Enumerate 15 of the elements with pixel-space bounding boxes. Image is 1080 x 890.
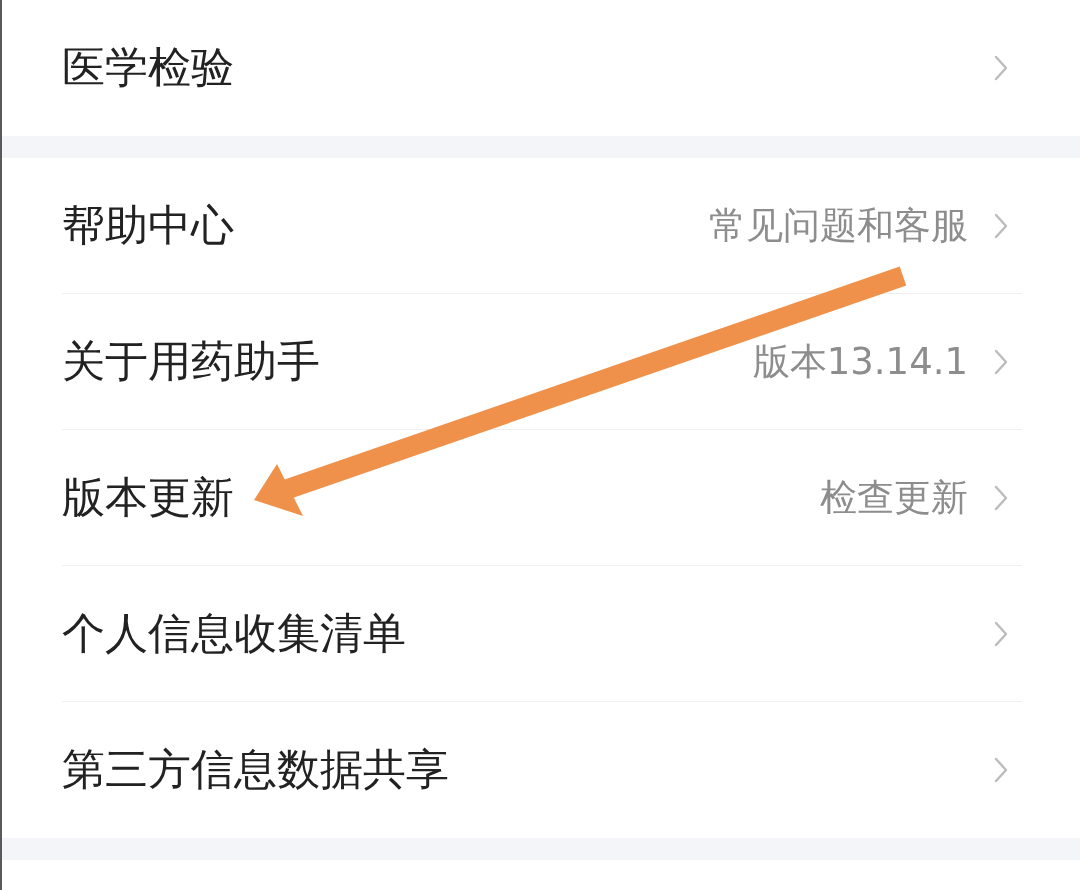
chevron-right-icon: [994, 212, 1008, 239]
menu-item-value: 常见问题和客服: [709, 202, 968, 249]
chevron-right-icon: [994, 757, 1008, 783]
chevron-right-icon: [994, 348, 1008, 375]
menu-item-value: 检查更新: [820, 474, 968, 521]
menu-item-label[interactable]: 关于用药助手: [62, 332, 320, 391]
menu-item-label[interactable]: 帮助中心: [62, 196, 234, 255]
menu-item-value: 版本13.14.1: [752, 338, 968, 385]
menu-item-label[interactable]: 医学检验: [62, 39, 234, 97]
menu-item-label[interactable]: 个人信息收集清单: [62, 604, 406, 663]
menu-item-label[interactable]: 第三方信息数据共享: [62, 741, 449, 799]
chevron-right-icon: [994, 55, 1008, 81]
chevron-right-icon: [994, 484, 1008, 511]
chevron-right-icon: [994, 620, 1008, 647]
menu-item-label[interactable]: 版本更新: [62, 468, 234, 527]
